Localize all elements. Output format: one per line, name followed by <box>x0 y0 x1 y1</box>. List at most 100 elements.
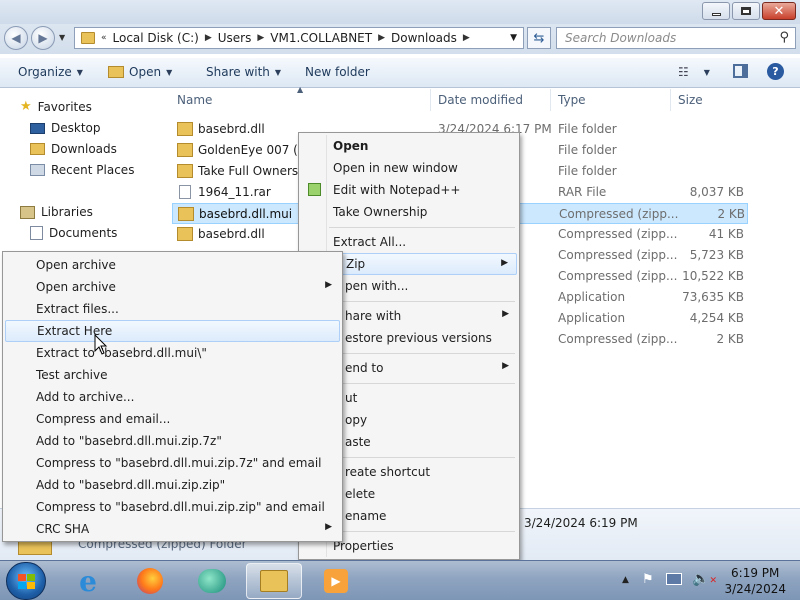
preview-pane-button[interactable] <box>733 64 748 78</box>
file-type: RAR File <box>558 185 607 199</box>
file-name: 1964_11.rar <box>198 185 271 199</box>
search-input[interactable]: Search Downloads ⚲ <box>556 27 796 49</box>
network-icon[interactable] <box>666 573 682 585</box>
file-size: 2 KB <box>717 207 745 221</box>
menu-item-edit-notepad[interactable]: Edit with Notepad++ <box>301 179 517 201</box>
menu-item-add-7z[interactable]: Add to "basebrd.dll.mui.zip.7z" <box>5 430 340 452</box>
submenu-arrow-icon: ▶ <box>502 361 509 371</box>
menu-item-label: reate shortcut <box>345 465 431 479</box>
open-label: Open <box>129 65 162 79</box>
firefox-icon <box>137 568 163 594</box>
menu-item-add-zip[interactable]: Add to "basebrd.dll.mui.zip.zip" <box>5 474 340 496</box>
action-center-flag-icon[interactable]: ⚑ <box>642 572 654 587</box>
breadcrumb-users[interactable]: Users <box>214 31 256 45</box>
help-button[interactable]: ? <box>767 63 784 80</box>
search-icon[interactable]: ⚲ <box>779 30 789 45</box>
column-header-name[interactable]: Name <box>177 93 212 107</box>
back-arrow-icon: ◀ <box>11 31 21 45</box>
column-header-date-modified[interactable]: Date modified <box>438 93 523 107</box>
start-button[interactable] <box>6 562 46 600</box>
column-divider[interactable] <box>550 89 551 111</box>
open-button[interactable]: Open ▼ <box>108 65 172 79</box>
nav-libraries[interactable]: Libraries <box>20 205 93 219</box>
taskbar-internet-explorer[interactable]: e <box>60 563 116 599</box>
chevron-down-icon: ▼ <box>76 67 83 77</box>
menu-item-add-to-archive[interactable]: Add to archive... <box>5 386 340 408</box>
close-button[interactable]: ✕ <box>762 2 796 20</box>
breadcrumb-local-disk[interactable]: Local Disk (C:) <box>109 31 203 45</box>
menu-separator <box>329 531 515 532</box>
back-button[interactable]: ◀ <box>4 26 28 50</box>
share-with-label: Share with <box>206 65 270 79</box>
menu-item-compress-email[interactable]: Compress and email... <box>5 408 340 430</box>
menu-item-test-archive[interactable]: Test archive <box>5 364 340 386</box>
taskbar-app-3[interactable] <box>184 563 240 599</box>
menu-item-extract-to[interactable]: Extract to "basebrd.dll.mui\" <box>5 342 340 364</box>
chevron-right-icon[interactable]: ▶ <box>461 33 472 43</box>
chevron-right-icon[interactable]: ▶ <box>376 33 387 43</box>
menu-item-open[interactable]: Open <box>301 135 517 157</box>
menu-item-label: Test archive <box>36 368 108 382</box>
column-header-type[interactable]: Type <box>558 93 586 107</box>
volume-muted-icon[interactable]: 🔈✕ <box>692 571 717 587</box>
breadcrumb-user[interactable]: VM1.COLLABNET <box>266 31 376 45</box>
clock-date: 3/24/2024 <box>724 582 786 596</box>
nav-favorites[interactable]: ★ Favorites <box>20 99 92 114</box>
nav-recent-places[interactable]: Recent Places <box>30 163 134 177</box>
menu-item-open-new-window[interactable]: Open in new window <box>301 157 517 179</box>
chevron-down-icon: ▼ <box>703 67 710 77</box>
menu-item-open-archive-submenu[interactable]: Open archive ▶ <box>5 276 340 298</box>
help-icon: ? <box>767 63 784 80</box>
menu-item-label: CRC SHA <box>36 522 90 536</box>
menu-item-compress-zip-email[interactable]: Compress to "basebrd.dll.mui.zip.zip" an… <box>5 496 340 518</box>
menu-separator <box>329 353 515 354</box>
command-bar: Organize ▼ Open ▼ Share with ▼ New folde… <box>0 58 800 88</box>
menu-item-take-ownership[interactable]: Take Ownership <box>301 201 517 223</box>
menu-item-extract-all[interactable]: Extract All... <box>301 231 517 253</box>
column-divider[interactable] <box>430 89 431 111</box>
nav-downloads[interactable]: Downloads <box>30 142 117 156</box>
breadcrumb-downloads[interactable]: Downloads <box>387 31 461 45</box>
organize-button[interactable]: Organize ▼ <box>18 65 83 79</box>
chevron-right-icon[interactable]: ▶ <box>255 33 266 43</box>
menu-item-extract-here[interactable]: Extract Here <box>5 320 340 342</box>
menu-item-compress-7z-email[interactable]: Compress to "basebrd.dll.mui.zip.7z" and… <box>5 452 340 474</box>
menu-item-label: end to <box>345 361 384 375</box>
nav-desktop[interactable]: Desktop <box>30 121 101 135</box>
file-name: basebrd.dll.mui <box>199 207 293 221</box>
taskbar-firefox[interactable] <box>122 563 178 599</box>
clock-time: 6:19 PM <box>731 566 780 580</box>
menu-item-extract-files[interactable]: Extract files... <box>5 298 340 320</box>
minimize-button[interactable] <box>702 2 730 20</box>
forward-arrow-icon: ▶ <box>38 31 48 45</box>
menu-item-crc-sha[interactable]: CRC SHA ▶ <box>5 518 340 540</box>
file-type: Application <box>558 290 626 304</box>
file-size: 2 KB <box>716 332 744 346</box>
chevron-right-icon[interactable]: ▶ <box>203 33 214 43</box>
view-options-button[interactable]: ☷ ▼ <box>678 65 710 79</box>
column-header-size[interactable]: Size <box>678 93 703 107</box>
share-with-button[interactable]: Share with ▼ <box>206 65 281 79</box>
menu-item-label: Compress to "basebrd.dll.mui.zip.zip" an… <box>36 500 325 514</box>
show-hidden-icons-button[interactable]: ▲ <box>622 575 629 585</box>
address-dropdown-icon[interactable]: ▼ <box>510 33 517 43</box>
taskbar-media-player[interactable]: ▶ <box>308 563 364 599</box>
nav-recent-places-label: Recent Places <box>51 163 135 177</box>
breadcrumb-overflow-icon[interactable]: « <box>99 33 109 43</box>
file-size: 73,635 KB <box>682 290 744 304</box>
nav-desktop-label: Desktop <box>51 121 101 135</box>
maximize-button[interactable] <box>732 2 760 20</box>
taskbar-windows-explorer[interactable] <box>246 563 302 599</box>
refresh-button[interactable]: ⇆ <box>527 27 551 49</box>
address-bar[interactable]: « Local Disk (C:) ▶ Users ▶ VM1.COLLABNE… <box>74 27 524 49</box>
column-divider[interactable] <box>670 89 671 111</box>
recent-pages-dropdown[interactable]: ▼ <box>59 33 65 42</box>
system-clock[interactable]: 6:19 PM 3/24/2024 <box>724 565 786 597</box>
sort-indicator-icon: ▲ <box>297 85 304 94</box>
nav-documents[interactable]: Documents <box>30 226 117 240</box>
submenu-arrow-icon: ▶ <box>502 309 509 319</box>
app-logo-icon <box>198 569 226 593</box>
forward-button[interactable]: ▶ <box>31 26 55 50</box>
menu-item-open-archive[interactable]: Open archive <box>5 254 340 276</box>
new-folder-button[interactable]: New folder <box>305 65 370 79</box>
